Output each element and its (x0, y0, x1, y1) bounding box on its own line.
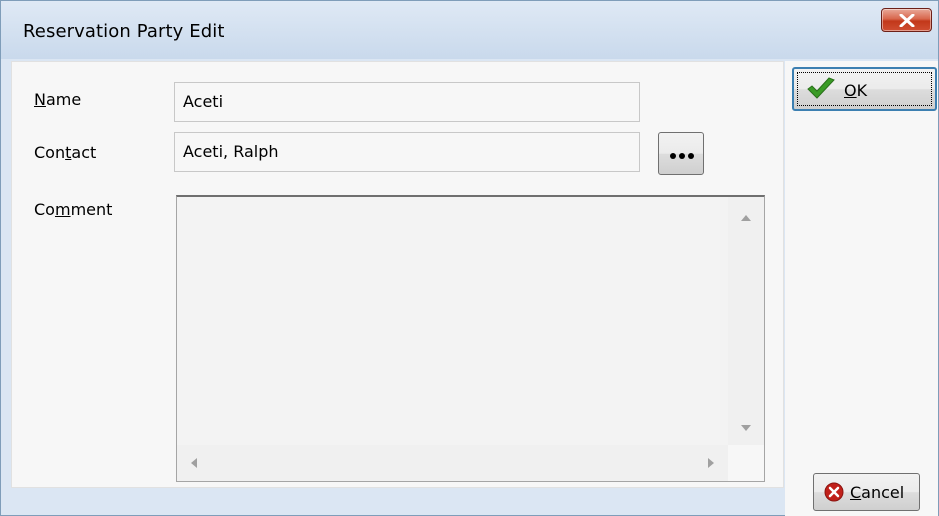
ok-label-rest: K (856, 81, 868, 100)
ellipsis-icon (670, 153, 676, 159)
ok-label-mnemonic: O (844, 81, 857, 100)
name-field[interactable]: Aceti (174, 82, 640, 122)
comment-label-rest: ment (70, 200, 113, 219)
contact-label-pre: Con (34, 143, 66, 162)
checkmark-icon (807, 77, 835, 99)
comment-label: Comment (34, 200, 112, 219)
button-panel (785, 61, 938, 516)
ellipsis-dot (688, 153, 694, 159)
scroll-up-arrow-icon[interactable] (741, 215, 751, 221)
cancel-label-mnemonic: C (850, 483, 862, 502)
vertical-scrollbar[interactable] (728, 197, 764, 445)
cancel-label-rest: ancel (861, 483, 905, 502)
scroll-left-arrow-icon[interactable] (191, 458, 197, 468)
comment-label-pre: Co (34, 200, 55, 219)
cancel-button[interactable]: Cancel (813, 473, 920, 511)
scroll-right-arrow-icon[interactable] (708, 458, 714, 468)
contact-label-rest: act (71, 143, 97, 162)
window-title: Reservation Party Edit (23, 21, 225, 42)
ok-button[interactable]: OK (792, 67, 937, 111)
ellipsis-dot (679, 153, 685, 159)
contact-label: Contact (34, 143, 96, 162)
name-label: Name (34, 90, 81, 109)
scrollbar-corner (728, 445, 764, 481)
ok-button-label: OK (844, 81, 867, 100)
name-label-mnemonic: N (34, 90, 46, 109)
title-bar[interactable]: Reservation Party Edit (1, 1, 938, 59)
comment-textarea[interactable] (176, 195, 765, 482)
dialog-window: Reservation Party Edit Name Aceti Contac… (0, 0, 939, 516)
cancel-button-label: Cancel (850, 483, 904, 502)
contact-field[interactable]: Aceti, Ralph (174, 132, 640, 172)
contact-lookup-button[interactable] (658, 132, 704, 175)
close-icon (899, 14, 915, 27)
name-label-rest: ame (45, 90, 82, 109)
cancel-circle-icon (824, 482, 844, 502)
close-button[interactable] (881, 8, 932, 32)
horizontal-scrollbar[interactable] (177, 445, 728, 481)
scroll-down-arrow-icon[interactable] (741, 425, 751, 431)
comment-label-mnemonic: m (54, 200, 71, 219)
